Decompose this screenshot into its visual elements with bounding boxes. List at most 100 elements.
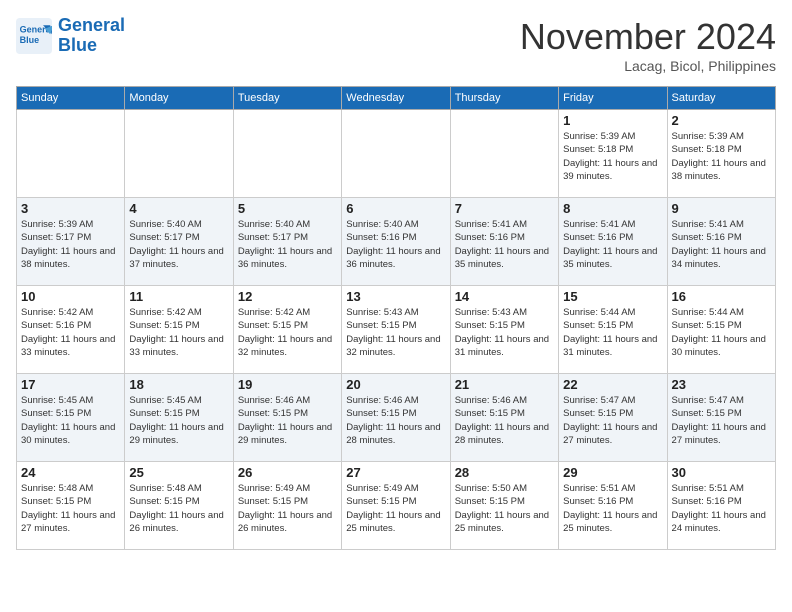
calendar-cell: 12 Sunrise: 5:42 AMSunset: 5:15 PMDayligh… bbox=[233, 286, 341, 374]
day-info: Sunrise: 5:39 AMSunset: 5:18 PMDaylight:… bbox=[563, 130, 662, 183]
day-number: 12 bbox=[238, 289, 337, 304]
day-info: Sunrise: 5:47 AMSunset: 5:15 PMDaylight:… bbox=[563, 394, 662, 447]
day-info: Sunrise: 5:51 AMSunset: 5:16 PMDaylight:… bbox=[672, 482, 771, 535]
calendar-cell: 22 Sunrise: 5:47 AMSunset: 5:15 PMDayligh… bbox=[559, 374, 667, 462]
day-info: Sunrise: 5:49 AMSunset: 5:15 PMDaylight:… bbox=[238, 482, 337, 535]
day-number: 16 bbox=[672, 289, 771, 304]
day-number: 14 bbox=[455, 289, 554, 304]
day-number: 19 bbox=[238, 377, 337, 392]
day-info: Sunrise: 5:46 AMSunset: 5:15 PMDaylight:… bbox=[455, 394, 554, 447]
day-number: 1 bbox=[563, 113, 662, 128]
day-number: 7 bbox=[455, 201, 554, 216]
day-info: Sunrise: 5:47 AMSunset: 5:15 PMDaylight:… bbox=[672, 394, 771, 447]
weekday-header-tuesday: Tuesday bbox=[233, 87, 341, 110]
calendar-cell: 2 Sunrise: 5:39 AMSunset: 5:18 PMDaylight… bbox=[667, 110, 775, 198]
day-info: Sunrise: 5:51 AMSunset: 5:16 PMDaylight:… bbox=[563, 482, 662, 535]
day-number: 22 bbox=[563, 377, 662, 392]
calendar-week-1: 1 Sunrise: 5:39 AMSunset: 5:18 PMDaylight… bbox=[17, 110, 776, 198]
day-number: 21 bbox=[455, 377, 554, 392]
page-header: General Blue General Blue November 2024 … bbox=[16, 16, 776, 74]
weekday-header-row: SundayMondayTuesdayWednesdayThursdayFrid… bbox=[17, 87, 776, 110]
day-info: Sunrise: 5:39 AMSunset: 5:17 PMDaylight:… bbox=[21, 218, 120, 271]
calendar-cell: 17 Sunrise: 5:45 AMSunset: 5:15 PMDayligh… bbox=[17, 374, 125, 462]
calendar-cell: 29 Sunrise: 5:51 AMSunset: 5:16 PMDayligh… bbox=[559, 462, 667, 550]
day-number: 29 bbox=[563, 465, 662, 480]
calendar-cell: 9 Sunrise: 5:41 AMSunset: 5:16 PMDaylight… bbox=[667, 198, 775, 286]
calendar-cell bbox=[125, 110, 233, 198]
day-number: 2 bbox=[672, 113, 771, 128]
day-number: 23 bbox=[672, 377, 771, 392]
calendar-cell: 10 Sunrise: 5:42 AMSunset: 5:16 PMDayligh… bbox=[17, 286, 125, 374]
calendar-cell: 4 Sunrise: 5:40 AMSunset: 5:17 PMDaylight… bbox=[125, 198, 233, 286]
day-number: 30 bbox=[672, 465, 771, 480]
location: Lacag, Bicol, Philippines bbox=[520, 58, 776, 74]
calendar-week-4: 17 Sunrise: 5:45 AMSunset: 5:15 PMDayligh… bbox=[17, 374, 776, 462]
day-info: Sunrise: 5:42 AMSunset: 5:15 PMDaylight:… bbox=[238, 306, 337, 359]
day-info: Sunrise: 5:40 AMSunset: 5:17 PMDaylight:… bbox=[238, 218, 337, 271]
day-info: Sunrise: 5:43 AMSunset: 5:15 PMDaylight:… bbox=[455, 306, 554, 359]
day-number: 17 bbox=[21, 377, 120, 392]
day-info: Sunrise: 5:45 AMSunset: 5:15 PMDaylight:… bbox=[21, 394, 120, 447]
weekday-header-thursday: Thursday bbox=[450, 87, 558, 110]
day-number: 11 bbox=[129, 289, 228, 304]
day-info: Sunrise: 5:44 AMSunset: 5:15 PMDaylight:… bbox=[563, 306, 662, 359]
day-number: 20 bbox=[346, 377, 445, 392]
day-number: 9 bbox=[672, 201, 771, 216]
calendar-table: SundayMondayTuesdayWednesdayThursdayFrid… bbox=[16, 86, 776, 550]
month-title: November 2024 bbox=[520, 16, 776, 58]
day-number: 26 bbox=[238, 465, 337, 480]
day-info: Sunrise: 5:42 AMSunset: 5:15 PMDaylight:… bbox=[129, 306, 228, 359]
day-number: 3 bbox=[21, 201, 120, 216]
day-number: 6 bbox=[346, 201, 445, 216]
calendar-cell: 7 Sunrise: 5:41 AMSunset: 5:16 PMDaylight… bbox=[450, 198, 558, 286]
logo-text: General Blue bbox=[58, 16, 125, 56]
calendar-cell bbox=[17, 110, 125, 198]
calendar-cell: 11 Sunrise: 5:42 AMSunset: 5:15 PMDayligh… bbox=[125, 286, 233, 374]
calendar-cell: 20 Sunrise: 5:46 AMSunset: 5:15 PMDayligh… bbox=[342, 374, 450, 462]
calendar-cell: 24 Sunrise: 5:48 AMSunset: 5:15 PMDayligh… bbox=[17, 462, 125, 550]
day-info: Sunrise: 5:40 AMSunset: 5:16 PMDaylight:… bbox=[346, 218, 445, 271]
calendar-cell: 30 Sunrise: 5:51 AMSunset: 5:16 PMDayligh… bbox=[667, 462, 775, 550]
calendar-cell: 14 Sunrise: 5:43 AMSunset: 5:15 PMDayligh… bbox=[450, 286, 558, 374]
day-info: Sunrise: 5:48 AMSunset: 5:15 PMDaylight:… bbox=[21, 482, 120, 535]
day-info: Sunrise: 5:39 AMSunset: 5:18 PMDaylight:… bbox=[672, 130, 771, 183]
calendar-cell bbox=[342, 110, 450, 198]
day-number: 10 bbox=[21, 289, 120, 304]
svg-text:Blue: Blue bbox=[20, 35, 40, 45]
day-info: Sunrise: 5:41 AMSunset: 5:16 PMDaylight:… bbox=[672, 218, 771, 271]
weekday-header-saturday: Saturday bbox=[667, 87, 775, 110]
calendar-cell: 26 Sunrise: 5:49 AMSunset: 5:15 PMDayligh… bbox=[233, 462, 341, 550]
day-number: 5 bbox=[238, 201, 337, 216]
day-info: Sunrise: 5:42 AMSunset: 5:16 PMDaylight:… bbox=[21, 306, 120, 359]
calendar-cell: 19Sunrise: 5:46 AMSunset: 5:15 PMDayligh… bbox=[233, 374, 341, 462]
day-info: Sunrise: 5:48 AMSunset: 5:15 PMDaylight:… bbox=[129, 482, 228, 535]
calendar-cell: 1 Sunrise: 5:39 AMSunset: 5:18 PMDaylight… bbox=[559, 110, 667, 198]
calendar-cell: 16 Sunrise: 5:44 AMSunset: 5:15 PMDayligh… bbox=[667, 286, 775, 374]
calendar-cell bbox=[233, 110, 341, 198]
day-info: Sunrise: 5:46 AMSunset: 5:15 PMDaylight:… bbox=[346, 394, 445, 447]
day-info: Sunrise: 5:41 AMSunset: 5:16 PMDaylight:… bbox=[455, 218, 554, 271]
day-info: Sunrise: 5:50 AMSunset: 5:15 PMDaylight:… bbox=[455, 482, 554, 535]
calendar-cell: 3 Sunrise: 5:39 AMSunset: 5:17 PMDaylight… bbox=[17, 198, 125, 286]
weekday-header-friday: Friday bbox=[559, 87, 667, 110]
general-blue-logo-icon: General Blue bbox=[16, 18, 52, 54]
calendar-cell: 6 Sunrise: 5:40 AMSunset: 5:16 PMDaylight… bbox=[342, 198, 450, 286]
day-info: Sunrise: 5:40 AMSunset: 5:17 PMDaylight:… bbox=[129, 218, 228, 271]
day-number: 13 bbox=[346, 289, 445, 304]
calendar-cell: 23 Sunrise: 5:47 AMSunset: 5:15 PMDayligh… bbox=[667, 374, 775, 462]
day-number: 4 bbox=[129, 201, 228, 216]
day-number: 15 bbox=[563, 289, 662, 304]
calendar-cell: 21 Sunrise: 5:46 AMSunset: 5:15 PMDayligh… bbox=[450, 374, 558, 462]
calendar-cell: 15 Sunrise: 5:44 AMSunset: 5:15 PMDayligh… bbox=[559, 286, 667, 374]
calendar-week-3: 10 Sunrise: 5:42 AMSunset: 5:16 PMDayligh… bbox=[17, 286, 776, 374]
calendar-week-2: 3 Sunrise: 5:39 AMSunset: 5:17 PMDaylight… bbox=[17, 198, 776, 286]
calendar-cell: 13Sunrise: 5:43 AMSunset: 5:15 PMDayligh… bbox=[342, 286, 450, 374]
day-info: Sunrise: 5:44 AMSunset: 5:15 PMDaylight:… bbox=[672, 306, 771, 359]
calendar-cell: 25Sunrise: 5:48 AMSunset: 5:15 PMDayligh… bbox=[125, 462, 233, 550]
calendar-cell: 18Sunrise: 5:45 AMSunset: 5:15 PMDayligh… bbox=[125, 374, 233, 462]
day-number: 18 bbox=[129, 377, 228, 392]
day-number: 27 bbox=[346, 465, 445, 480]
day-number: 24 bbox=[21, 465, 120, 480]
weekday-header-wednesday: Wednesday bbox=[342, 87, 450, 110]
day-info: Sunrise: 5:49 AMSunset: 5:15 PMDaylight:… bbox=[346, 482, 445, 535]
